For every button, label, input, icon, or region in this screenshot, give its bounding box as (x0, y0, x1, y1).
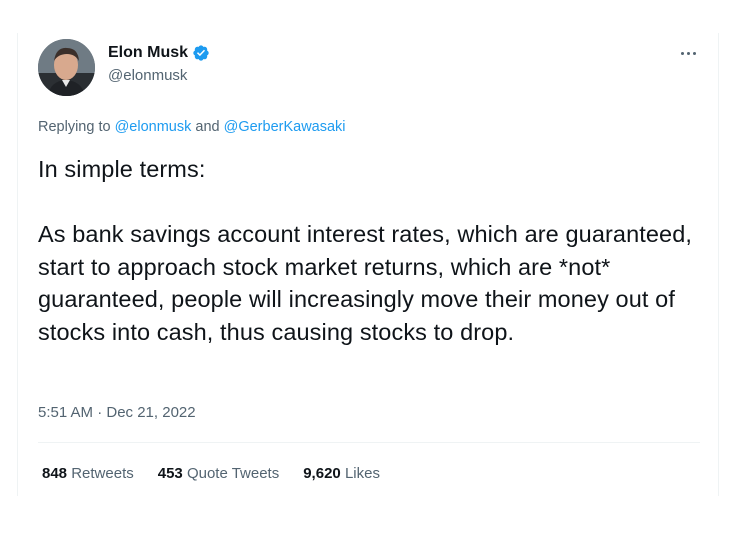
more-horizontal-icon (680, 51, 684, 55)
retweets-stat[interactable]: 848 Retweets (42, 464, 134, 484)
retweets-label: Retweets (71, 465, 134, 482)
divider (38, 442, 700, 443)
name-row: Elon Musk (108, 43, 210, 63)
avatar[interactable] (38, 39, 95, 96)
replying-to: Replying to @elonmusk and @GerberKawasak… (38, 118, 346, 136)
likes-label: Likes (344, 465, 380, 482)
likes-stat[interactable]: 9,620 Likes (303, 464, 380, 484)
more-horizontal-icon-dot (692, 51, 696, 55)
more-horizontal-icon-dot (686, 51, 690, 55)
likes-count: 9,620 (303, 465, 341, 482)
quote-tweets-stat[interactable]: 453 Quote Tweets (158, 464, 279, 484)
author-handle[interactable]: @elonmusk (108, 66, 210, 86)
mention-link[interactable]: @elonmusk (115, 119, 192, 135)
author-display-name[interactable]: Elon Musk (108, 43, 188, 63)
author-info: Elon Musk @elonmusk (108, 43, 210, 86)
avatar-image (38, 39, 95, 96)
more-options-button[interactable] (676, 45, 700, 61)
tweet-text: In simple terms: As bank savings account… (38, 156, 693, 345)
mention-link[interactable]: @GerberKawasaki (224, 119, 346, 135)
tweet-stats: 848 Retweets 453 Quote Tweets 9,620 Like… (42, 464, 380, 484)
verified-badge-icon (192, 44, 210, 62)
tweet-card: Elon Musk @elonmusk Replying to @elonmus… (17, 33, 719, 496)
quote-tweets-count: 453 (157, 465, 183, 482)
replying-to-prefix: Replying to (38, 119, 115, 135)
retweets-count: 848 (42, 465, 68, 482)
quote-tweets-label: Quote Tweets (186, 465, 280, 482)
tweet-timestamp[interactable]: 5:51 AM · Dec 21, 2022 (38, 403, 196, 423)
replying-to-joiner: and (191, 119, 224, 135)
